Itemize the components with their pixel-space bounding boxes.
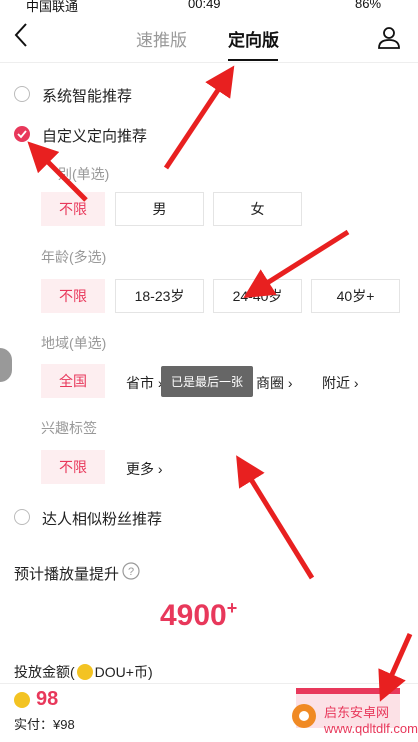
annotation-arrows: [27, 65, 413, 702]
arrow-to-age: [243, 229, 350, 298]
arrow-to-tab: [163, 65, 235, 170]
arrow-to-custom: [27, 141, 88, 202]
arrow-to-interest: [236, 455, 315, 580]
arrow-to-pay: [378, 632, 413, 702]
